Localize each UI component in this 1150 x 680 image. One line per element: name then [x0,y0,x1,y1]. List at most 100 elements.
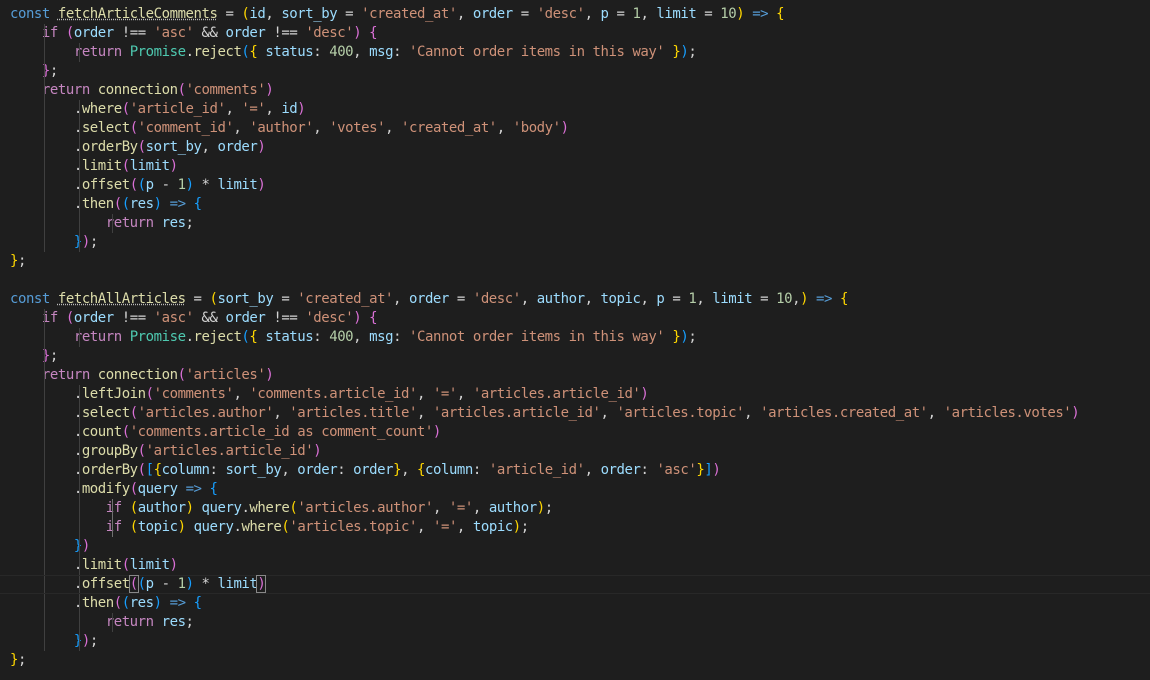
identifier-token: query [201,500,242,516]
code-line[interactable]: return Promise.reject({ status: 400, msg… [0,43,1150,62]
code-line[interactable]: }; [0,347,1150,366]
bracket-token: ( [121,557,130,573]
code-line[interactable]: const fetchArticleComments = (id, sort_b… [0,5,1150,24]
code-line[interactable]: .limit(limit) [0,556,1150,575]
code-line[interactable]: }; [0,651,1150,670]
punctuation-token [202,481,210,497]
code-line[interactable]: return res; [0,613,1150,632]
punctuation-token: ; [185,215,194,231]
code-line[interactable]: .where('article_id', '=', id) [0,100,1150,119]
code-line[interactable]: if (author) query.where('articles.author… [0,499,1150,518]
punctuation-token: . [10,462,82,478]
code-line[interactable]: if (order !== 'asc' && order !== 'desc')… [0,24,1150,43]
indent-guide [44,613,45,632]
bracket-token: ( [113,595,122,611]
bracket-token: ( [137,576,146,592]
bracket-token: [ [145,462,154,478]
punctuation-token: , [233,120,250,136]
indent-guide [79,214,80,233]
indent-guide [79,537,80,556]
indent-guide [79,461,80,480]
code-line[interactable]: .orderBy([{column: sort_by, order: order… [0,461,1150,480]
bracket-token: } [73,633,82,649]
punctuation-token: , [456,6,473,22]
code-line[interactable]: }; [0,62,1150,81]
bracket-token: ) [185,576,194,592]
identifier-token: res [129,196,154,212]
identifier-token: order [600,462,641,478]
code-line[interactable]: .offset((p - 1) * limit) [0,176,1150,195]
punctuation-token [10,215,106,231]
punctuation-token: . [10,576,82,592]
indent-guide [44,537,45,556]
indent-guide [79,404,80,423]
punctuation-token: . [10,481,82,497]
code-line[interactable]: .select('comment_id', 'author', 'votes',… [0,119,1150,138]
code-line[interactable]: .offset((p - 1) * limit) [0,575,1150,594]
punctuation-token [768,6,776,22]
code-line[interactable] [0,271,1150,290]
punctuation-token [10,44,74,60]
punctuation-token: !== [113,310,154,326]
code-line[interactable]: }) [0,537,1150,556]
matched-bracket-token: ) [256,575,267,593]
bracket-token: ( [121,196,130,212]
code-line[interactable]: return Promise.reject({ status: 400, msg… [0,328,1150,347]
string-literal-token: 'comments' [153,386,234,402]
indent-guide [44,24,45,43]
code-editor[interactable]: const fetchArticleComments = (id, sort_b… [0,5,1150,680]
code-line[interactable]: return connection('articles') [0,366,1150,385]
code-line[interactable]: return res; [0,214,1150,233]
bracket-token: ( [121,158,130,174]
code-line[interactable]: .then((res) => { [0,594,1150,613]
code-line[interactable]: if (order !== 'asc' && order !== 'desc')… [0,309,1150,328]
punctuation-token [10,633,74,649]
code-line[interactable]: }; [0,252,1150,271]
punctuation-token: , [432,500,449,516]
code-line[interactable]: if (topic) query.where('articles.topic',… [0,518,1150,537]
code-line[interactable]: .count('comments.article_id as comment_c… [0,423,1150,442]
punctuation-token: && [193,25,226,41]
identifier-token: id [281,101,298,117]
code-line[interactable]: const fetchAllArticles = (sort_by = 'cre… [0,290,1150,309]
code-line[interactable]: }); [0,233,1150,252]
punctuation-token: , [584,6,601,22]
identifier-token: limit [712,291,753,307]
code-line[interactable]: }); [0,632,1150,651]
punctuation-token: = [752,291,777,307]
function-name-token: where [241,519,282,535]
indent-guide [79,43,80,62]
keyword-token: => [816,291,833,307]
indent-guide [79,119,80,138]
code-line[interactable]: .modify(query => { [0,480,1150,499]
code-line[interactable]: .leftJoin('comments', 'comments.article_… [0,385,1150,404]
code-line[interactable]: .select('articles.author', 'articles.tit… [0,404,1150,423]
punctuation-token: ; [89,234,98,250]
identifier-token: order [73,310,114,326]
function-name-token: groupBy [81,443,138,459]
punctuation-token: = [273,291,298,307]
punctuation-token: - [153,177,178,193]
punctuation-token [10,500,106,516]
string-literal-token: 'comments' [185,82,266,98]
punctuation-token: = [217,6,242,22]
punctuation-token: , [640,6,657,22]
identifier-token: msg [369,329,394,345]
code-line[interactable]: .limit(limit) [0,157,1150,176]
punctuation-token: , [496,120,513,136]
function-name-token: modify [81,481,130,497]
indent-guide [44,576,45,593]
punctuation-token: ; [520,519,529,535]
punctuation-token [10,82,42,98]
punctuation-token: , [393,291,409,307]
code-line[interactable]: .orderBy(sort_by, order) [0,138,1150,157]
identifier-token: status [265,329,314,345]
code-line[interactable]: .then((res) => { [0,195,1150,214]
identifier-token: status [265,44,314,60]
bracket-token: ) [153,595,162,611]
indent-guide [79,442,80,461]
punctuation-token: ; [17,253,26,269]
code-line[interactable]: return connection('comments') [0,81,1150,100]
code-line[interactable]: .groupBy('articles.article_id') [0,442,1150,461]
function-name-token: select [81,405,130,421]
